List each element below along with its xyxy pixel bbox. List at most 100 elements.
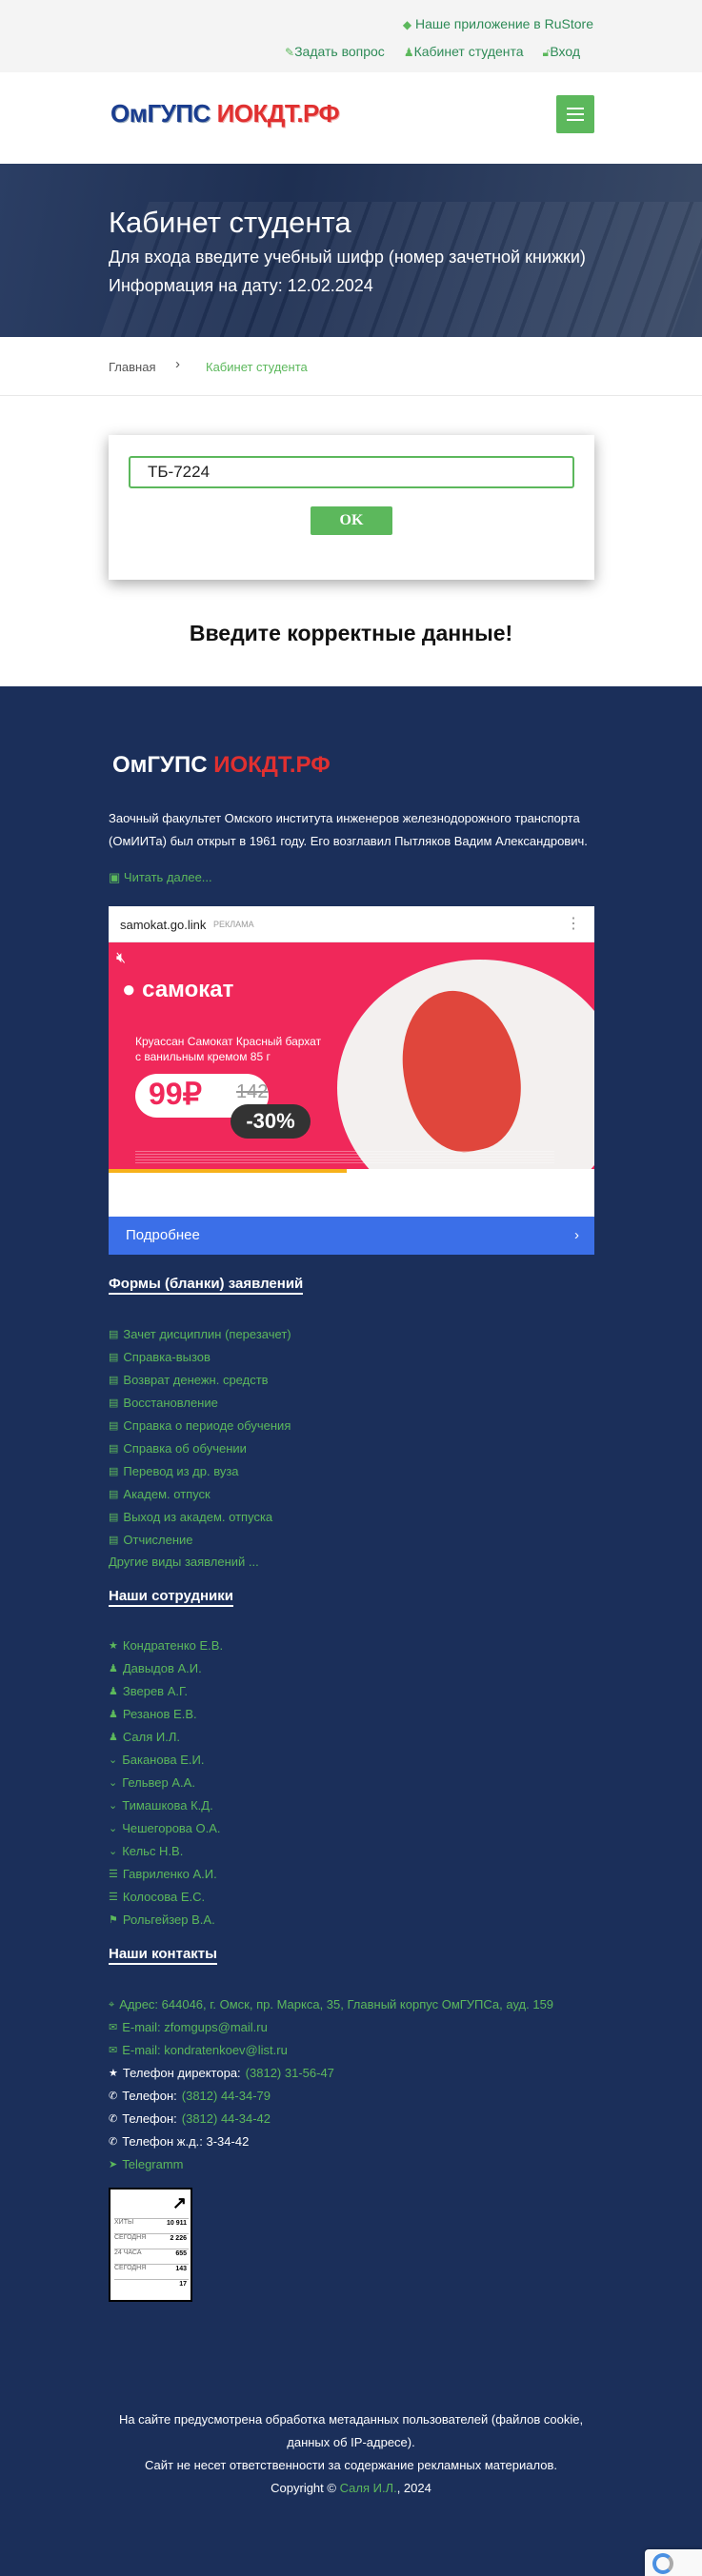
telegram-label: Telegramm [122,2157,184,2171]
file-pdf-icon: ▤ [109,1397,119,1409]
ad-discount-badge: -30% [231,1104,311,1139]
staff-member-name: Баканова Е.И. [122,1753,205,1767]
privacy-note-line-1: На сайте предусмотрена обработка метадан… [118,2412,584,2427]
staff-title: Наши сотрудники [109,1588,234,1607]
forms-title: Формы (бланки) заявлений [109,1276,304,1295]
staff-role-icon: ☰ [109,1869,118,1880]
staff-role-icon: ⌄ [109,1823,118,1834]
staff-member[interactable]: ⌄ Чешегорова О.А. [109,1820,223,1843]
director-phone[interactable]: (3812) 31-56-47 [246,2065,334,2088]
form-link-label: Справка-вызов [123,1350,211,1364]
form-link[interactable]: ▤ Справка о периоде обучения [109,1417,291,1440]
staff-member-name: Колосова Е.С. [122,1890,206,1904]
contacts-list: ⌖ Адрес: 644046, г. Омск, пр. Маркса, 35,… [109,1996,553,2179]
breadcrumb-home[interactable]: Главная [109,360,155,374]
contacts-title: Наши контакты [109,1946,217,1965]
staff-member[interactable]: ⌄ Кельс Н.В. [109,1843,223,1866]
form-link[interactable]: ▤ Возврат денежн. средств [109,1372,291,1395]
sound-off-icon[interactable]: 🔇︎ [116,950,126,967]
contact-director-phone: ★ Телефон директора: (3812) 31-56-47 [109,2065,553,2088]
user-icon: ♟ [403,46,414,59]
other-forms-link[interactable]: Другие виды заявлений ... [109,1555,259,1569]
ok-button[interactable]: OK [311,506,392,535]
staff-member[interactable]: ⌄ Баканова Е.И. [109,1752,223,1774]
counter-row: СЕГОДНЯ 2 226 [114,2233,189,2247]
contact-email-1[interactable]: ✉ E-mail: zfomgups@mail.ru [109,2019,553,2042]
form-link[interactable]: ▤ Справка-вызов [109,1349,291,1372]
ad-brand-label: самокат [142,977,234,1002]
menu-toggle-button[interactable] [556,95,594,133]
recaptcha-icon [652,2553,673,2574]
staff-member[interactable]: ⌄ Тимашкова К.Д. [109,1797,223,1820]
form-link[interactable]: ▤ Зачет дисциплин (перезачет) [109,1326,291,1349]
counter-value: 10 911 [166,2220,187,2227]
staff-member[interactable]: ♟ Саля И.Л. [109,1729,223,1752]
contact-email-2[interactable]: ✉ E-mail: kondratenkoev@list.ru [109,2042,553,2065]
login-link[interactable]: 🔓︎Вход [543,44,580,60]
advertisement[interactable]: samokat.go.link РЕКЛАМА ⋮ 🔇︎ ● самокат К… [109,906,594,1255]
phone-1[interactable]: (3812) 44-34-79 [182,2088,271,2110]
staff-member-name: Тимашкова К.Д. [122,1798,213,1813]
staff-member[interactable]: ⌄ Гельвер А.А. [109,1774,223,1797]
ad-fine-print [135,1150,554,1163]
phone-icon: ✆ [109,2136,118,2148]
staff-role-icon: ♟ [109,1732,118,1743]
ask-question-link[interactable]: ✎Задать вопрос [285,44,385,60]
contact-address-text: Адрес: 644046, г. Омск, пр. Маркса, 35, … [119,1997,554,2011]
staff-member[interactable]: ♟ Зверев А.Г. [109,1683,223,1706]
footer-logo-right: ИОКДТ.РФ [213,752,331,778]
read-more-link[interactable]: ▣ Читать далее... [109,870,212,885]
staff-member[interactable]: ☰ Колосова Е.С. [109,1889,223,1912]
staff-role-icon: ♟ [109,1709,118,1720]
ad-banner[interactable]: 🔇︎ ● самокат Круассан Самокат Красный ба… [109,942,594,1169]
staff-member-name: Чешегорова О.А. [122,1821,221,1835]
forms-list: ▤ Зачет дисциплин (перезачет) ▤ Справка-выз… [109,1326,291,1555]
form-link[interactable]: ▤ Справка об обучении [109,1440,291,1463]
staff-role-icon: ⚑ [109,1914,118,1926]
ad-more-label: Подробнее [126,1227,200,1243]
staff-member[interactable]: ♟ Резанов Е.В. [109,1706,223,1729]
staff-member[interactable]: ♟ Давыдов А.И. [109,1660,223,1683]
staff-member[interactable]: ★ Кондратенко Е.В. [109,1637,223,1660]
phone-2[interactable]: (3812) 44-34-42 [182,2110,271,2133]
star-icon: ★ [109,2068,118,2079]
counter-value: 2 226 [170,2235,187,2242]
counter-label: ХИТЫ [114,2219,134,2226]
copyright-author-link[interactable]: Саля И.Л. [340,2481,397,2495]
ad-more-button[interactable]: Подробнее › [109,1217,594,1255]
envelope-icon: ✉ [109,2022,118,2033]
file-pdf-icon: ▤ [109,1420,119,1432]
staff-role-icon: ⌄ [109,1777,118,1789]
staff-member-name: Гавриленко А.И. [122,1867,217,1881]
staff-member[interactable]: ☰ Гавриленко А.И. [109,1866,223,1889]
staff-member-name: Давыдов А.И. [122,1661,202,1675]
form-link[interactable]: ▤ Отчисление [109,1532,291,1555]
ad-label: РЕКЛАМА [213,920,254,929]
student-cabinet-link[interactable]: ♟Кабинет студента [404,44,524,60]
staff-member-name: Зверев А.Г. [122,1684,189,1698]
form-link[interactable]: ▤ Восстановление [109,1395,291,1417]
form-link-label: Восстановление [123,1396,218,1410]
rustore-link[interactable]: ◆ Наше приложение в RuStore [403,16,593,31]
ad-spacer [109,1169,594,1196]
form-link-label: Перевод из др. вуза [123,1464,239,1478]
staff-role-icon: ⌄ [109,1846,118,1857]
edit-icon: ✎ [285,46,295,59]
staff-member[interactable]: ⚑ Рольгейзер В.А. [109,1912,223,1934]
envelope-icon: ✉ [109,2045,118,2056]
header [0,72,702,164]
visit-counter[interactable]: ↗ ХИТЫ 10 911 СЕГОДНЯ 2 226 24 ЧАСА 655 СЕГОДН… [109,2188,192,2302]
more-options-icon[interactable]: ⋮ [566,914,581,933]
hamburger-icon-bar [567,119,584,121]
file-pdf-icon: ▤ [109,1375,119,1386]
form-link[interactable]: ▤ Академ. отпуск [109,1486,291,1509]
file-pdf-icon: ▤ [109,1329,119,1340]
counter-label: СЕГОДНЯ [114,2234,147,2241]
contact-telegram[interactable]: ➤ Telegramm [109,2156,553,2179]
form-link[interactable]: ▤ Перевод из др. вуза [109,1463,291,1486]
form-link[interactable]: ▤ Выход из академ. отпуска [109,1509,291,1532]
recaptcha-badge[interactable] [645,2549,702,2576]
site-logo[interactable]: ОмГУПС ИОКДТ.РФ [110,99,340,129]
phone-rail-text: Телефон ж.д.: 3-34-42 [122,2134,250,2149]
cipher-input[interactable] [129,456,574,488]
